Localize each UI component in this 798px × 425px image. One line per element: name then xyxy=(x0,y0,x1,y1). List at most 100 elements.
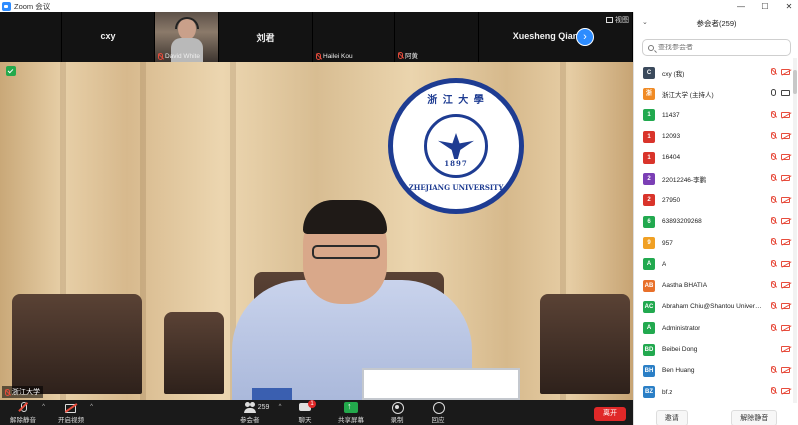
participant-status xyxy=(771,153,790,161)
maximize-button[interactable]: ☐ xyxy=(760,2,770,11)
thumbnail-name: Hailei Kou xyxy=(323,53,353,60)
grid-view-icon xyxy=(606,17,613,23)
thumbnail-footer: Hailei Kou xyxy=(316,53,353,60)
participant-avatar: 2 xyxy=(643,194,655,207)
mic-muted-icon xyxy=(771,153,776,161)
reactions-button[interactable]: 回应 xyxy=(431,402,445,424)
thumbnail-tile[interactable]: David White xyxy=(155,12,219,62)
mic-muted-icon xyxy=(771,302,776,310)
participant-row[interactable]: BH Ben Huang xyxy=(634,360,792,381)
participant-list-scrollbar[interactable] xyxy=(793,58,797,403)
caret-up-icon[interactable]: ^ xyxy=(42,404,45,410)
participant-avatar: A xyxy=(643,322,655,335)
unmute-button[interactable]: 解除静音 ^ xyxy=(10,402,45,424)
participants-icon: 259 xyxy=(243,402,269,413)
search-input[interactable] xyxy=(658,44,778,51)
video-on-icon xyxy=(781,90,790,97)
participant-row[interactable]: 1 11437 xyxy=(634,105,792,126)
close-window-button[interactable]: ✕ xyxy=(784,2,794,11)
participant-avatar: 1 xyxy=(643,109,655,122)
start-video-button[interactable]: 开启视频 ^ xyxy=(58,402,93,424)
participant-row[interactable]: AB Aastha BHATIA xyxy=(634,275,792,296)
view-toggle-button[interactable]: 视图 xyxy=(606,15,629,25)
participant-row[interactable]: 1 16404 xyxy=(634,147,792,168)
name-card xyxy=(362,368,520,400)
participant-status xyxy=(771,89,790,97)
meeting-toolbar: 解除静音 ^ 开启视频 ^ 259 参会者 ^ 1 聊天 共享屏幕 录制 回应 xyxy=(0,400,633,425)
participants-label: 参会者 xyxy=(240,417,260,424)
speaker-name: 浙江大学 xyxy=(12,389,40,396)
participant-row[interactable]: 9 957 xyxy=(634,232,792,253)
participant-status xyxy=(771,195,790,203)
caret-up-icon[interactable]: ^ xyxy=(279,404,282,410)
glasses-icon xyxy=(312,245,380,259)
participants-button[interactable]: 259 参会者 ^ xyxy=(240,402,282,424)
share-screen-button[interactable]: 共享屏幕 xyxy=(338,401,364,424)
thumbnail-tile[interactable] xyxy=(0,12,62,62)
thumbnail-tile[interactable]: 刘君 xyxy=(219,12,313,62)
participant-status xyxy=(771,302,790,310)
participant-search[interactable] xyxy=(642,39,791,56)
mic-muted-icon xyxy=(771,387,776,395)
participant-avatar: C xyxy=(643,66,655,79)
participant-row[interactable]: 2 22012246-李鹏 xyxy=(634,168,792,189)
name-card xyxy=(252,388,292,400)
thumbnail-name: David White xyxy=(165,53,201,60)
chat-unread-badge: 1 xyxy=(308,400,316,408)
participant-name: Administrator xyxy=(662,324,701,332)
participant-row[interactable]: 2 27950 xyxy=(634,190,792,211)
unmute-all-button[interactable]: 解除静音 xyxy=(731,409,778,425)
mic-muted-icon xyxy=(771,259,776,267)
participant-status xyxy=(771,280,790,288)
video-off-icon xyxy=(781,367,790,374)
participants-count: 259 xyxy=(257,404,270,411)
mic-muted-icon xyxy=(771,323,776,331)
caret-up-icon[interactable]: ^ xyxy=(90,404,93,410)
participant-row[interactable]: BD Beibei Dong xyxy=(634,339,792,360)
participant-row[interactable]: 6 63893209268 xyxy=(634,211,792,232)
participant-status xyxy=(771,110,790,118)
chair xyxy=(164,312,224,394)
main-speaker-video: 浙 江 大 學 1897 ZHEJIANG UNIVERSITY 浙江大学 xyxy=(0,62,633,400)
thumbnail-name: 阿黄 xyxy=(405,53,418,60)
record-label: 录制 xyxy=(390,417,404,424)
scrollbar-thumb[interactable] xyxy=(793,70,797,94)
participant-row[interactable]: AC Abraham Chiu@Shantou Univers... xyxy=(634,296,792,317)
participant-name: 27950 xyxy=(662,196,681,204)
minimize-button[interactable]: — xyxy=(736,2,746,11)
video-off-icon xyxy=(781,345,790,352)
thumbnail-tile[interactable]: Hailei Kou xyxy=(313,12,395,62)
chevron-down-icon[interactable]: ⌄ xyxy=(642,18,648,26)
participant-name: 63893209268 xyxy=(662,218,702,226)
video-off-icon xyxy=(781,196,790,203)
invite-button[interactable]: 邀请 xyxy=(655,409,688,425)
participant-row[interactable]: AA xyxy=(634,254,792,275)
security-shield-icon[interactable] xyxy=(6,66,16,76)
leave-button[interactable]: 离开 xyxy=(594,407,626,421)
video-off-icon xyxy=(781,175,790,182)
participant-avatar: BZ xyxy=(643,386,655,399)
participant-row[interactable]: BZ bf.z xyxy=(634,381,792,402)
thumbnail-tile[interactable]: cxy xyxy=(62,12,155,62)
mic-muted-icon xyxy=(771,110,776,118)
participant-avatar: 1 xyxy=(643,130,655,143)
participant-status xyxy=(771,345,790,352)
mic-muted-icon xyxy=(771,131,776,139)
participant-row[interactable]: 1 12093 xyxy=(634,126,792,147)
unmute-label: 解除静音 xyxy=(10,417,36,424)
participant-name: 16404 xyxy=(662,154,681,162)
chat-button[interactable]: 1 聊天 xyxy=(298,400,316,424)
participant-row[interactable]: Ccxy (我) xyxy=(634,62,792,83)
video-off-icon xyxy=(781,111,790,118)
participant-row[interactable]: A Administrator xyxy=(634,318,792,339)
participant-status xyxy=(771,366,790,374)
next-page-button[interactable]: › xyxy=(576,28,594,46)
panel-header: ⌄ 参会者(259) xyxy=(634,12,798,34)
window-title: Zoom 会议 xyxy=(14,1,51,11)
university-logo: 浙 江 大 學 1897 ZHEJIANG UNIVERSITY xyxy=(388,78,524,214)
participant-status xyxy=(771,387,790,395)
participant-row[interactable]: 浙浙江大学 (主持人) xyxy=(634,83,792,104)
participant-avatar: 6 xyxy=(643,215,655,228)
record-button[interactable]: 录制 xyxy=(390,402,404,424)
chair xyxy=(540,294,630,394)
